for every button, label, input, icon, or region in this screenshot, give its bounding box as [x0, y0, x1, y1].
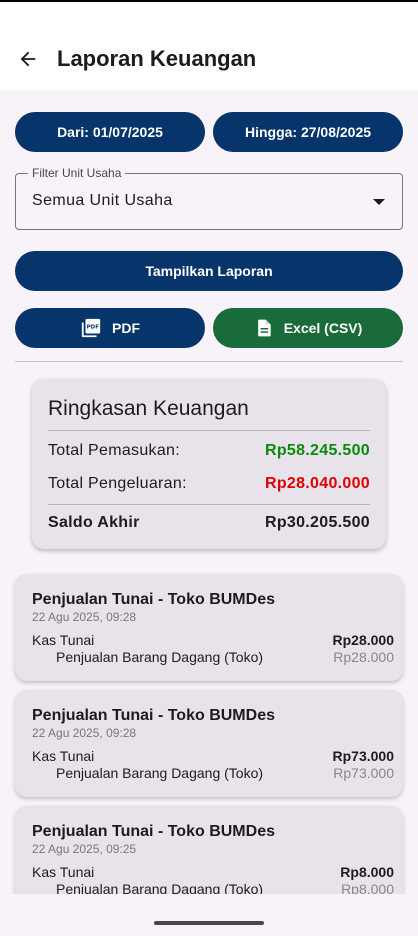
expense-label: Total Pengeluaran: [48, 475, 187, 492]
date-from-label: Dari: 01/07/2025 [57, 124, 163, 140]
transaction-sub-amount: Rp8.000 [341, 881, 394, 894]
transaction-date: 22 Agu 2025, 09:25 [32, 842, 137, 856]
financial-summary-card: Ringkasan Keuangan Total Pemasukan: Rp58… [32, 379, 386, 549]
income-value: Rp58.245.500 [264, 442, 370, 459]
transaction-title: Penjualan Tunai - Toko BUMDes [32, 823, 275, 840]
export-excel-button[interactable]: Excel (CSV) [213, 308, 403, 348]
app-bar: Laporan Keuangan [0, 30, 418, 90]
transaction-amount: Rp73.000 [332, 748, 394, 764]
divider [15, 361, 403, 362]
transaction-sub-account: Penjualan Barang Dagang (Toko) [56, 649, 264, 665]
unit-usaha-dropdown[interactable]: Filter Unit Usaha Semua Unit Usaha [15, 165, 403, 230]
income-label: Total Pemasukan: [48, 442, 180, 459]
arrow-back-icon [20, 51, 36, 67]
dropdown-value: Semua Unit Usaha [32, 192, 173, 209]
svg-text:PDF: PDF [87, 324, 100, 330]
navigation-handle[interactable] [154, 921, 264, 925]
transaction-amount: Rp8.000 [340, 864, 394, 880]
transaction-sub-amount: Rp73.000 [333, 765, 394, 781]
transaction-date: 22 Agu 2025, 09:28 [32, 726, 137, 740]
transaction-title: Penjualan Tunai - Toko BUMDes [32, 707, 275, 724]
transaction-date: 22 Agu 2025, 09:28 [32, 610, 137, 624]
date-to-label: Hingga: 27/08/2025 [244, 124, 372, 140]
income-row: Total Pemasukan: Rp58.245.500 [48, 442, 370, 460]
dropdown-arrow-icon [373, 199, 385, 205]
show-report-button[interactable]: Tampilkan Laporan [15, 251, 403, 291]
summary-divider [48, 504, 370, 505]
export-excel-label: Excel (CSV) [283, 320, 363, 336]
document-icon [257, 319, 271, 337]
transaction-account: Kas Tunai [32, 632, 95, 648]
summary-title: Ringkasan Keuangan [48, 397, 249, 420]
transaction-card[interactable]: Penjualan Tunai - Toko BUMDes 22 Agu 202… [15, 806, 403, 894]
export-pdf-label: PDF [112, 320, 140, 336]
status-bar [0, 0, 418, 30]
balance-label: Saldo Akhir [48, 514, 140, 531]
transaction-card[interactable]: Penjualan Tunai - Toko BUMDes 22 Agu 202… [15, 690, 403, 797]
back-button[interactable] [14, 45, 42, 73]
transaction-list[interactable]: Penjualan Tunai - Toko BUMDes 22 Agu 202… [0, 562, 418, 894]
expense-value: Rp28.040.000 [264, 475, 370, 492]
transaction-title: Penjualan Tunai - Toko BUMDes [32, 591, 275, 608]
balance-value: Rp30.205.500 [264, 514, 370, 531]
balance-row: Saldo Akhir Rp30.205.500 [48, 514, 370, 532]
page-title: Laporan Keuangan [57, 46, 257, 71]
date-from-button[interactable]: Dari: 01/07/2025 [15, 112, 205, 152]
date-to-button[interactable]: Hingga: 27/08/2025 [213, 112, 403, 152]
pdf-icon: PDF [81, 318, 101, 338]
dropdown-label: Filter Unit Usaha [28, 165, 126, 181]
transaction-card[interactable]: Penjualan Tunai - Toko BUMDes 22 Agu 202… [15, 574, 403, 681]
transaction-sub-amount: Rp28.000 [333, 649, 394, 665]
transaction-account: Kas Tunai [32, 864, 95, 880]
expense-row: Total Pengeluaran: Rp28.040.000 [48, 475, 370, 493]
transaction-amount: Rp28.000 [332, 632, 394, 648]
summary-divider [48, 430, 370, 431]
transaction-sub-account: Penjualan Barang Dagang (Toko) [56, 881, 264, 894]
export-pdf-button[interactable]: PDF PDF [15, 308, 205, 348]
transaction-account: Kas Tunai [32, 748, 95, 764]
transaction-sub-account: Penjualan Barang Dagang (Toko) [56, 765, 264, 781]
show-report-label: Tampilkan Laporan [145, 263, 273, 279]
